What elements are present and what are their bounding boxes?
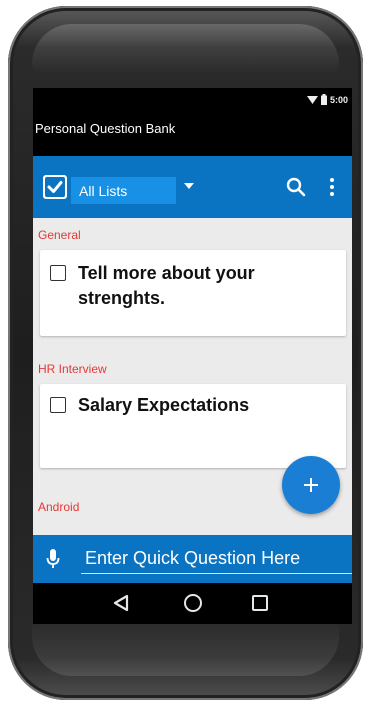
question-card[interactable]: Salary Expectations xyxy=(40,384,346,468)
app-title: Personal Question Bank xyxy=(35,121,176,136)
toolbar: All Lists xyxy=(33,156,352,218)
mic-icon[interactable] xyxy=(46,549,60,569)
quick-question-input[interactable] xyxy=(81,543,352,574)
app-content: All Lists General Tell more about your s… xyxy=(33,156,352,624)
title-bar: Personal Question Bank xyxy=(33,115,352,155)
question-text: Salary Expectations xyxy=(78,395,250,415)
add-question-button[interactable] xyxy=(282,456,340,514)
section-label-general: General xyxy=(38,228,81,242)
phone-top-bezel xyxy=(32,24,339,74)
home-icon[interactable] xyxy=(184,594,202,612)
quick-question-bar xyxy=(33,535,352,583)
question-text: Tell more about your strenghts. xyxy=(78,263,255,308)
battery-icon xyxy=(320,94,327,105)
status-bar: 5:00 xyxy=(33,88,352,114)
section-label-android: Android xyxy=(38,500,80,514)
wifi-icon xyxy=(306,95,318,104)
search-icon[interactable] xyxy=(286,177,306,197)
check-box-icon[interactable] xyxy=(43,175,67,199)
question-checkbox[interactable] xyxy=(50,397,66,413)
plus-icon xyxy=(304,478,318,492)
dropdown-caret-icon[interactable] xyxy=(184,183,194,189)
section-label-hr-interview: HR Interview xyxy=(38,362,107,376)
status-time: 5:00 xyxy=(329,94,348,105)
recent-apps-icon[interactable] xyxy=(252,595,268,611)
question-checkbox[interactable] xyxy=(50,265,66,281)
phone-bottom-bezel xyxy=(32,616,339,676)
list-selector[interactable]: All Lists xyxy=(71,177,176,204)
question-card[interactable]: Tell more about your strenghts. xyxy=(40,250,346,336)
more-vert-icon[interactable] xyxy=(329,178,335,200)
nav-bar xyxy=(33,583,352,624)
back-icon[interactable] xyxy=(113,594,129,612)
phone-screen: 5:00 Personal Question Bank All Lists Ge… xyxy=(33,88,352,624)
